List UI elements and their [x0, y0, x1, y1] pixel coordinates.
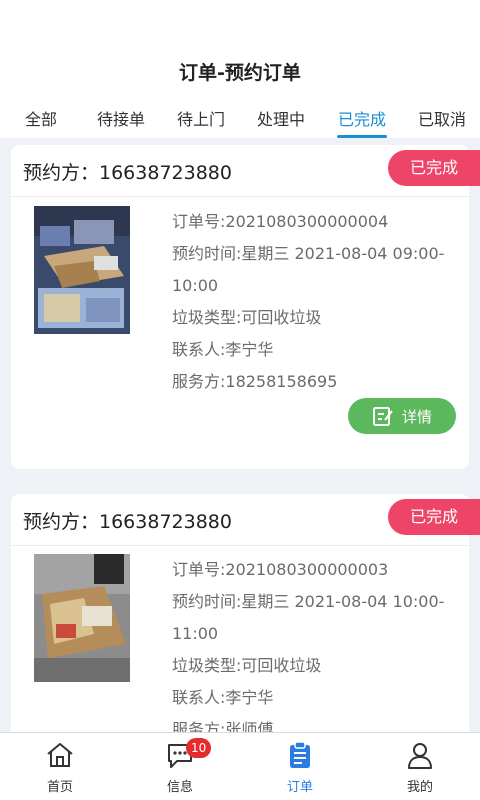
tab-pending-accept[interactable]: 待接单	[96, 106, 146, 138]
appointment-time-end: 10:00	[172, 276, 219, 295]
order-info: 订单号:2021080300000003 预约时间:星期三 2021-08-04…	[172, 554, 462, 732]
detail-button[interactable]: 详情	[348, 398, 456, 434]
waste-type: 垃圾类型:可回收垃圾	[172, 656, 322, 675]
bottom-nav: 首页 10 信息 订单 我的	[0, 732, 480, 800]
waste-type: 垃圾类型:可回收垃圾	[172, 308, 322, 327]
nav-home-label: 首页	[46, 780, 73, 795]
tab-bar: 全部 待接单 待上门 处理中 已完成 已取消	[0, 106, 480, 138]
home-icon	[47, 743, 73, 767]
status-badge: 已完成	[388, 150, 480, 186]
nav-profile-label: 我的	[406, 780, 433, 795]
appointment-time: 预约时间:星期三 2021-08-04 10:00-	[172, 592, 445, 611]
order-card[interactable]: 预约方：16638723880 已完成 订单号:2021080300000004…	[11, 145, 480, 469]
order-photo	[34, 554, 130, 682]
customer-phone: 预约方：16638723880	[23, 162, 232, 184]
status-badge: 已完成	[388, 499, 480, 535]
contact-person: 联系人:李宁华	[172, 340, 274, 359]
order-number: 订单号:2021080300000004	[172, 212, 389, 231]
header: 订单-预约订单 全部 待接单 待上门 处理中 已完成 已取消	[0, 0, 480, 138]
customer-phone: 预约方：16638723880	[23, 511, 232, 533]
clipboard-icon	[290, 741, 310, 768]
tab-pending-visit[interactable]: 待上门	[176, 106, 226, 138]
order-card[interactable]: 预约方：16638723880 已完成 订单号:2021080300000003…	[11, 494, 480, 732]
tab-completed[interactable]: 已完成	[337, 106, 387, 138]
service-provider: 服务方:张师傅	[172, 720, 274, 732]
nav-orders[interactable]: 订单	[240, 733, 360, 800]
order-info: 订单号:2021080300000004 预约时间:星期三 2021-08-04…	[172, 206, 462, 398]
order-photo	[34, 206, 130, 334]
nav-messages[interactable]: 10 信息	[120, 733, 240, 800]
detail-button-label: 详情	[401, 407, 432, 426]
nav-messages-label: 信息	[166, 780, 193, 795]
appointment-time: 预约时间:星期三 2021-08-04 09:00-	[172, 244, 445, 263]
service-provider: 服务方:18258158695	[172, 372, 338, 391]
nav-home[interactable]: 首页	[0, 733, 120, 800]
card-header: 预约方：16638723880 已完成	[11, 494, 480, 546]
unread-badge: 10	[186, 738, 212, 758]
nav-profile[interactable]: 我的	[360, 733, 480, 800]
contact-person: 联系人:李宁华	[172, 688, 274, 707]
tab-processing[interactable]: 处理中	[256, 106, 306, 138]
nav-orders-label: 订单	[286, 780, 313, 795]
tab-all[interactable]: 全部	[24, 106, 58, 138]
edit-note-icon	[372, 407, 393, 426]
appointment-time-end: 11:00	[172, 624, 219, 643]
tab-cancelled[interactable]: 已取消	[417, 106, 467, 138]
order-list[interactable]: 预约方：16638723880 已完成 订单号:2021080300000004…	[0, 138, 480, 732]
order-number: 订单号:2021080300000003	[172, 560, 389, 579]
card-header: 预约方：16638723880 已完成	[11, 145, 480, 197]
page-title: 订单-预约订单	[179, 62, 301, 84]
user-icon	[408, 743, 432, 769]
